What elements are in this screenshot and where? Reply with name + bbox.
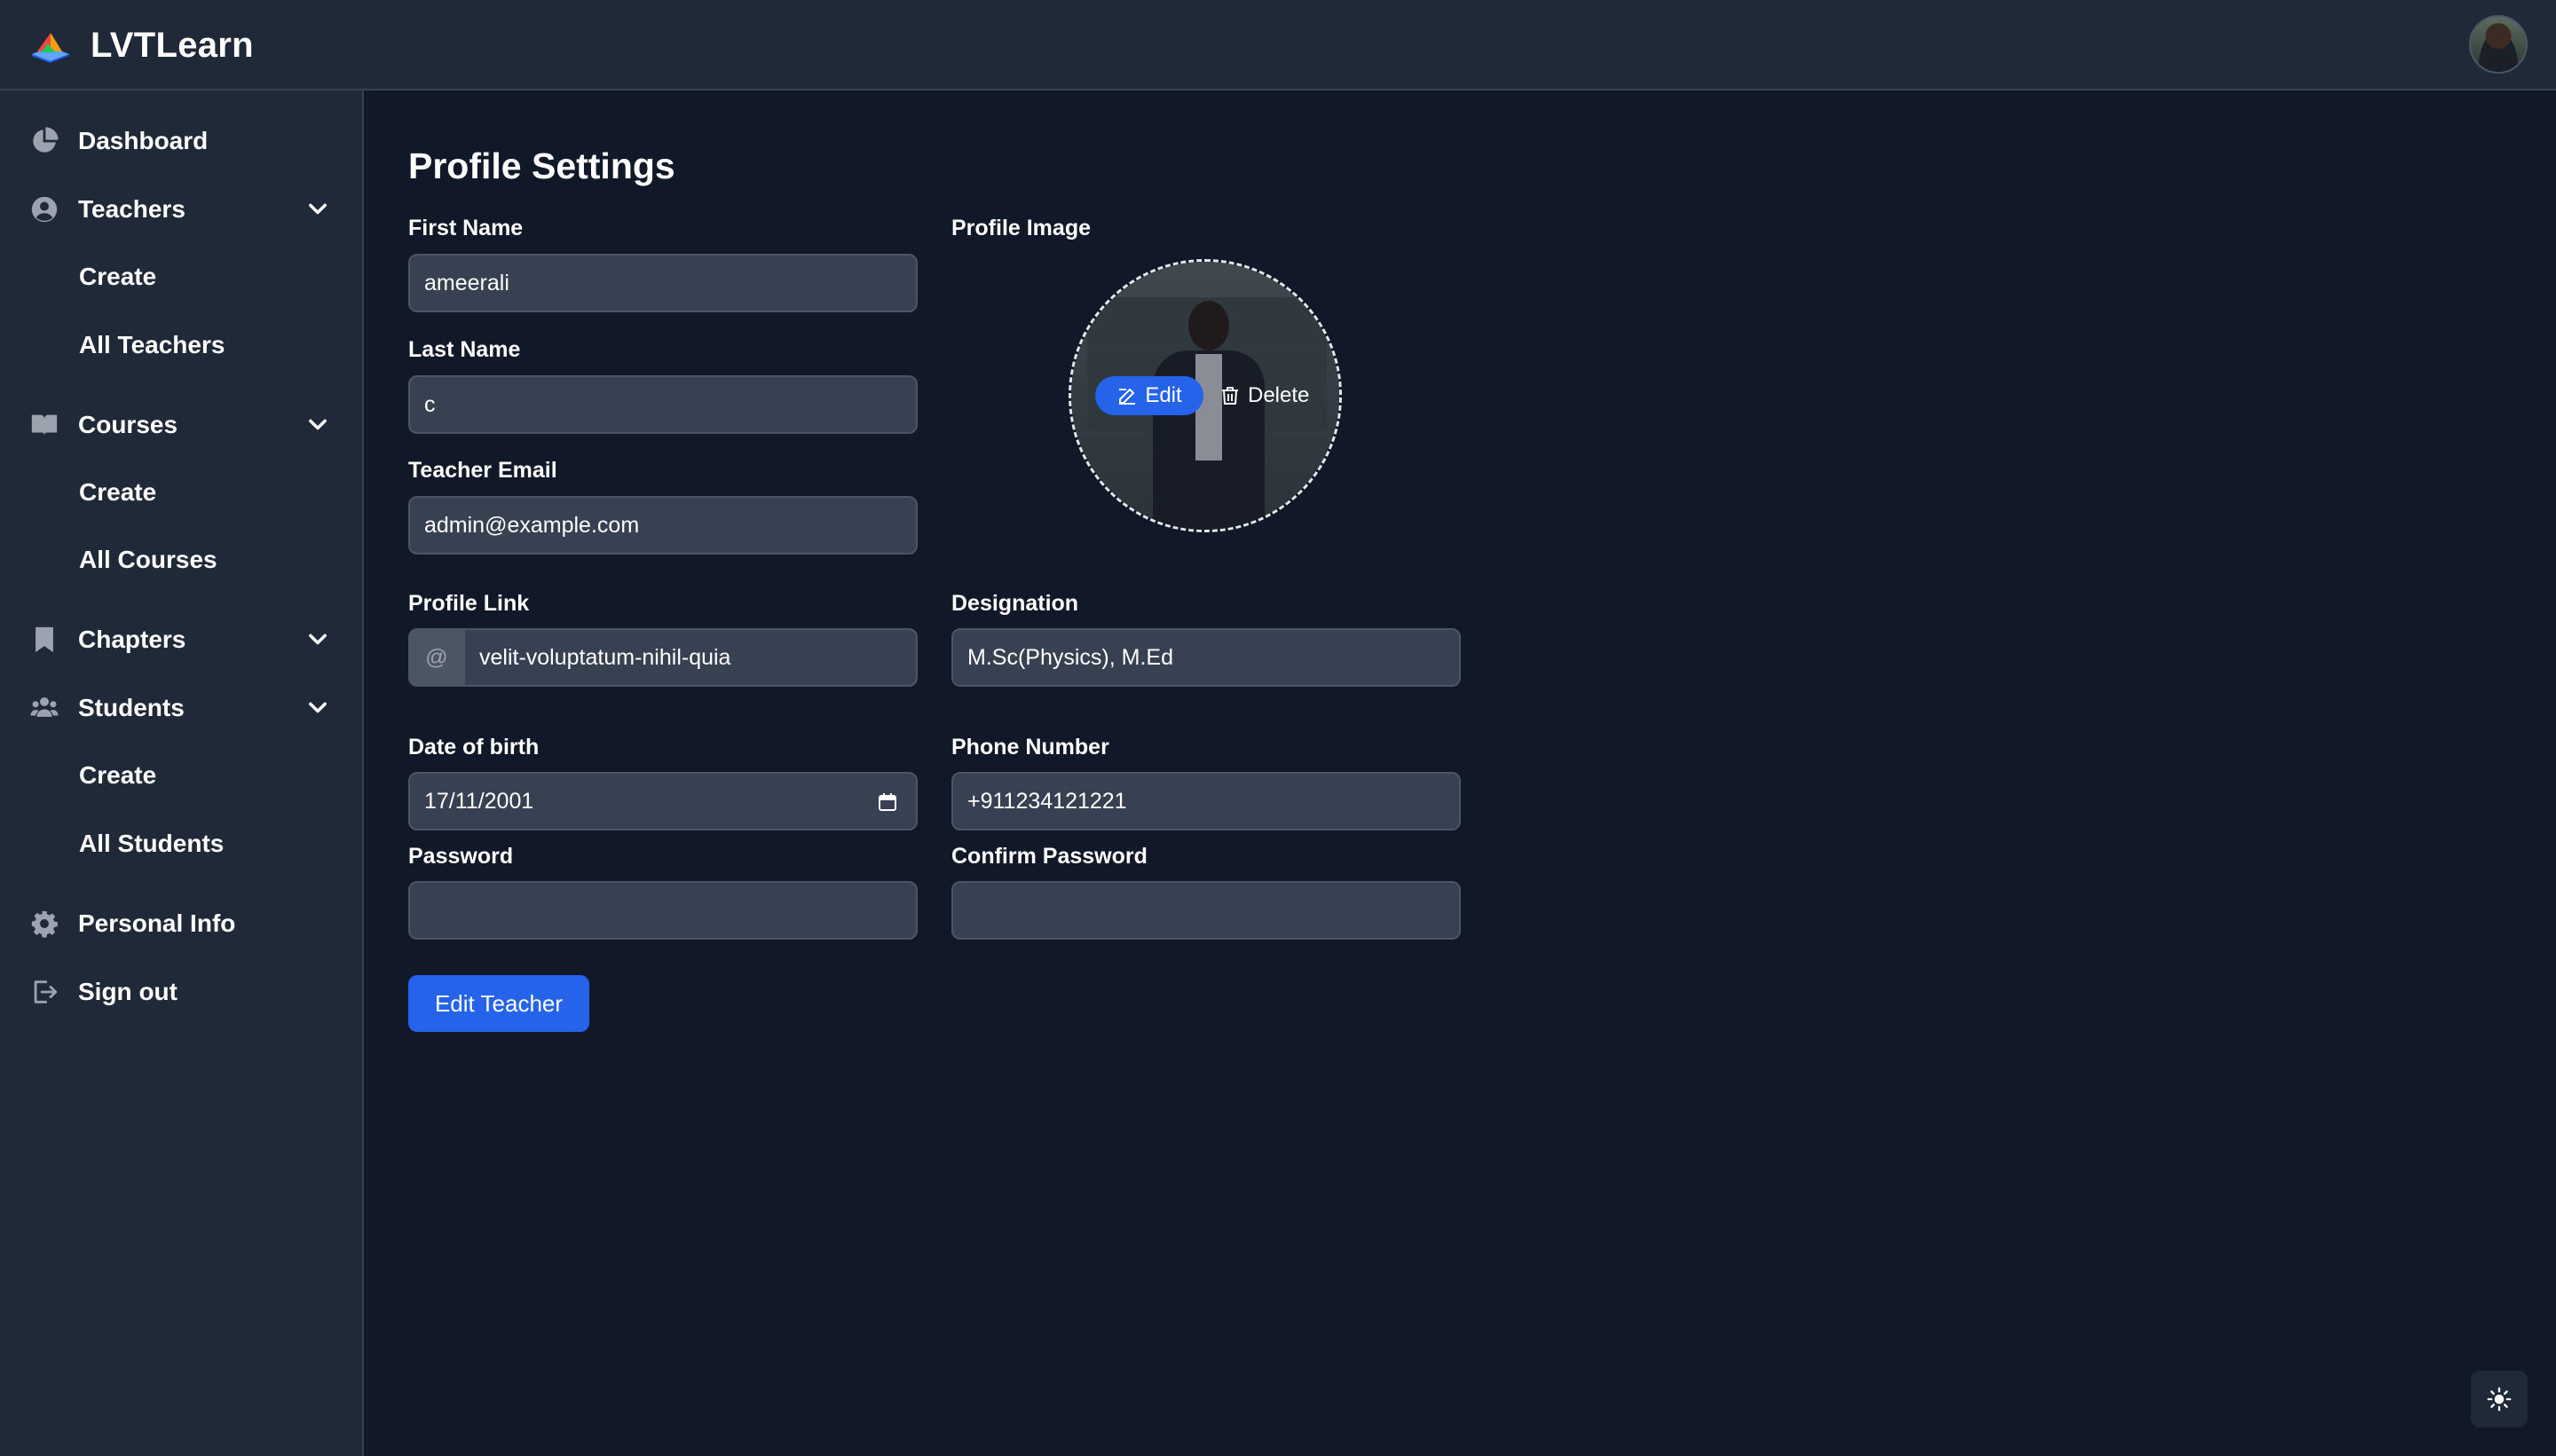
sidebar-item-sign-out[interactable]: Sign out [28, 969, 339, 1015]
chevron-down-icon[interactable] [305, 413, 330, 437]
first-name-label: First Name [408, 216, 524, 240]
logo-icon [32, 33, 69, 63]
sun-icon [2487, 1387, 2512, 1412]
sidebar-subitem-courses-create[interactable]: Create [79, 471, 156, 514]
email-input[interactable]: admin@example.com [408, 496, 918, 555]
edit-image-button[interactable]: Edit [1095, 376, 1203, 415]
sidebar-subitem-all-teachers[interactable]: All Teachers [79, 324, 225, 366]
dob-value: 17/11/2001 [424, 788, 534, 814]
sidebar-item-personal-info[interactable]: Personal Info [28, 901, 339, 947]
last-name-label: Last Name [408, 337, 521, 362]
calendar-icon[interactable] [877, 791, 898, 813]
sidebar-item-label: Dashboard [78, 127, 209, 154]
confirm-password-label: Confirm Password [951, 844, 1148, 869]
book-open-icon [28, 409, 60, 441]
page-title: Profile Settings [408, 146, 675, 186]
sign-out-icon [28, 976, 60, 1008]
sidebar-item-label: Courses [78, 411, 178, 438]
phone-label: Phone Number [951, 735, 1109, 759]
app-name: LVTLearn [91, 25, 254, 65]
edit-image-label: Edit [1145, 383, 1182, 407]
profile-link-input[interactable]: velit-voluptatum-nihil-quia [463, 628, 918, 687]
sidebar-item-label: Students [78, 694, 185, 721]
sidebar-item-label: Sign out [78, 978, 178, 1005]
sidebar-item-students[interactable]: Students [28, 685, 339, 731]
dob-label: Date of birth [408, 735, 540, 759]
user-circle-icon [28, 193, 60, 225]
sidebar-item-teachers[interactable]: Teachers [28, 186, 339, 232]
sidebar-item-label: Chapters [78, 626, 186, 653]
bookmark-icon [28, 624, 60, 656]
password-input[interactable] [408, 881, 918, 940]
profile-link-label: Profile Link [408, 591, 530, 616]
chevron-down-icon[interactable] [305, 696, 330, 720]
sidebar-subitem-all-courses[interactable]: All Courses [79, 539, 217, 581]
sidebar-subitem-students-create[interactable]: Create [79, 754, 156, 797]
sidebar-item-courses[interactable]: Courses [28, 402, 339, 448]
gear-icon [28, 908, 60, 940]
email-label: Teacher Email [408, 458, 557, 483]
dob-input[interactable]: 17/11/2001 [408, 772, 918, 830]
trash-icon [1222, 387, 1238, 405]
last-name-input[interactable]: c [408, 375, 918, 434]
sidebar-subitem-teachers-create[interactable]: Create [79, 256, 156, 298]
top-bar: LVTLearn [0, 0, 2556, 91]
sidebar [0, 91, 364, 1456]
first-name-input[interactable]: ameerali [408, 254, 918, 312]
password-label: Password [408, 844, 514, 869]
profile-image-label: Profile Image [951, 216, 1091, 240]
chevron-down-icon[interactable] [305, 197, 330, 222]
users-icon [28, 692, 60, 724]
brand[interactable]: LVTLearn [28, 21, 254, 69]
sidebar-item-label: Teachers [78, 195, 185, 223]
edit-icon [1119, 389, 1136, 405]
sidebar-subitem-all-students[interactable]: All Students [79, 822, 224, 865]
designation-label: Designation [951, 591, 1079, 616]
profile-link-field: @ velit-voluptatum-nihil-quia [408, 628, 918, 687]
at-prefix: @ [408, 628, 463, 687]
delete-image-label: Delete [1248, 383, 1310, 407]
chevron-down-icon[interactable] [305, 627, 330, 652]
delete-image-button[interactable]: Delete [1219, 376, 1317, 415]
user-avatar[interactable] [2469, 15, 2528, 74]
designation-input[interactable]: M.Sc(Physics), M.Ed [951, 628, 1461, 687]
sidebar-item-chapters[interactable]: Chapters [28, 617, 339, 663]
edit-teacher-button[interactable]: Edit Teacher [408, 975, 589, 1032]
phone-input[interactable]: +911234121221 [951, 772, 1461, 830]
theme-toggle-button[interactable] [2471, 1371, 2528, 1428]
sidebar-item-dashboard[interactable]: Dashboard [28, 118, 339, 164]
sidebar-item-label: Personal Info [78, 909, 236, 937]
confirm-password-input[interactable] [951, 881, 1461, 940]
pie-chart-icon [28, 125, 60, 157]
